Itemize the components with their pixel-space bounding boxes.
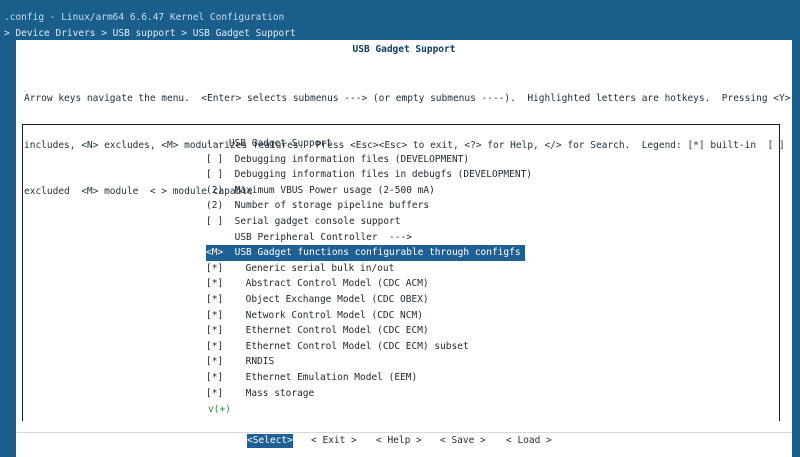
menu-item-label: Object Exchange Model (CDC OBEX) <box>245 293 429 305</box>
menu-item-label: Abstract Control Model (CDC ACM) <box>245 278 429 290</box>
menu-item-label: Mass storage <box>245 387 315 399</box>
window-title-bar: .config - Linux/arm64 6.6.47 Kernel Conf… <box>0 11 800 25</box>
menu-item[interactable]: [*] Ethernet Control Model (CDC ECM) sub… <box>206 339 726 355</box>
menu-item-label: Number of storage pipeline buffers <box>234 200 430 212</box>
load-button[interactable]: < Load > <box>506 434 552 448</box>
menu-item-state: [ ] <box>206 169 235 181</box>
window-title: .config - Linux/arm64 6.6.47 Kernel Conf… <box>4 12 285 23</box>
menu-item-state: [*] <box>206 325 235 337</box>
menu-item-label: Debugging information files (DEVELOPMENT… <box>234 153 470 165</box>
menu-item-label: Ethernet Control Model (CDC ECM) <box>245 325 429 337</box>
config-dialog: USB Gadget Support Arrow keys navigate t… <box>16 40 792 457</box>
help-line: Arrow keys navigate the menu. <Enter> se… <box>24 93 791 104</box>
menu-item[interactable]: [*] Network Control Model (CDC NCM) <box>206 308 726 324</box>
menu-item[interactable]: <M> USB Gadget functions configurable th… <box>206 245 525 261</box>
help-button[interactable]: < Help > <box>376 434 422 448</box>
dialog-title: USB Gadget Support <box>352 44 456 55</box>
breadcrumb-path: > Device Drivers > USB support > USB Gad… <box>4 28 296 39</box>
menu-item-label: RNDIS <box>245 356 275 368</box>
menu-item-state: (2) <box>206 184 235 196</box>
menu-item-label: Debugging information files in debugfs (… <box>234 169 533 181</box>
menu-item[interactable]: [*] Mass storage <box>206 386 726 402</box>
menu-item-state: [*] <box>206 387 235 399</box>
menu-item-state: [*] <box>206 356 235 368</box>
menu-item-state: [*] <box>206 293 235 305</box>
menu-item-state: [*] <box>206 340 235 352</box>
breadcrumb: > Device Drivers > USB support > USB Gad… <box>0 27 800 40</box>
menu-item[interactable]: [ ] Debugging information files (DEVELOP… <box>206 152 726 168</box>
menu-item-state: [*] <box>206 262 235 274</box>
menu-item-state: [ ] <box>206 215 235 227</box>
menu-item-state <box>206 232 235 243</box>
menu-item[interactable]: [*] RNDIS <box>206 354 726 370</box>
menu-item-state: [*] <box>206 278 235 290</box>
menu-item-label: USB Gadget functions configurable throug… <box>234 247 521 259</box>
menu-item[interactable]: (2) Maximum VBUS Power usage (2-500 mA) <box>206 183 726 199</box>
menu-item[interactable]: [ ] Serial gadget console support <box>206 214 726 230</box>
menu-item-label: Maximum VBUS Power usage (2-500 mA) <box>234 184 435 196</box>
menu-item-state: --- <box>206 138 229 149</box>
menu-item[interactable]: [*] Object Exchange Model (CDC OBEX) <box>206 292 726 308</box>
menu-item[interactable]: [*] Abstract Control Model (CDC ACM) <box>206 276 726 292</box>
menu-item[interactable]: --- USB Gadget Support <box>206 136 726 152</box>
menu-item[interactable]: [*] Generic serial bulk in/out <box>206 261 726 277</box>
menu-item-state: [*] <box>206 309 235 321</box>
menu-item-state: [*] <box>206 371 235 383</box>
menu-item-state: (2) <box>206 200 235 212</box>
exit-button[interactable]: < Exit > <box>311 434 357 448</box>
select-button[interactable]: <Select> <box>247 434 293 448</box>
menu-item-label: Serial gadget console support <box>234 215 401 227</box>
more-indicator: v(+) <box>208 404 231 415</box>
button-bar: <Select> < Exit > < Help > < Save > < Lo… <box>16 432 792 449</box>
menu-list: --- USB Gadget Support[ ] Debugging info… <box>206 136 726 401</box>
menu-item[interactable]: [*] Ethernet Emulation Model (EEM) <box>206 370 726 386</box>
menu-item[interactable]: (2) Number of storage pipeline buffers <box>206 198 726 214</box>
menu-item-label: Ethernet Control Model (CDC ECM) subset <box>245 340 469 352</box>
menu-item-state: [ ] <box>206 153 235 165</box>
menu-item-label: Network Control Model (CDC NCM) <box>245 309 423 321</box>
menu-item-state: <M> <box>206 247 235 259</box>
menu-item[interactable]: USB Peripheral Controller ---> <box>206 230 726 246</box>
save-button[interactable]: < Save > <box>440 434 486 448</box>
menu-item-label: USB Gadget Support <box>228 138 332 149</box>
menu-item-label: Generic serial bulk in/out <box>245 262 395 274</box>
menu-item[interactable]: [*] Ethernet Control Model (CDC ECM) <box>206 323 726 339</box>
menu-item-label: Ethernet Emulation Model (EEM) <box>245 371 418 383</box>
menu-item-label: USB Peripheral Controller ---> <box>234 231 412 243</box>
menu-item[interactable]: [ ] Debugging information files in debug… <box>206 167 726 183</box>
